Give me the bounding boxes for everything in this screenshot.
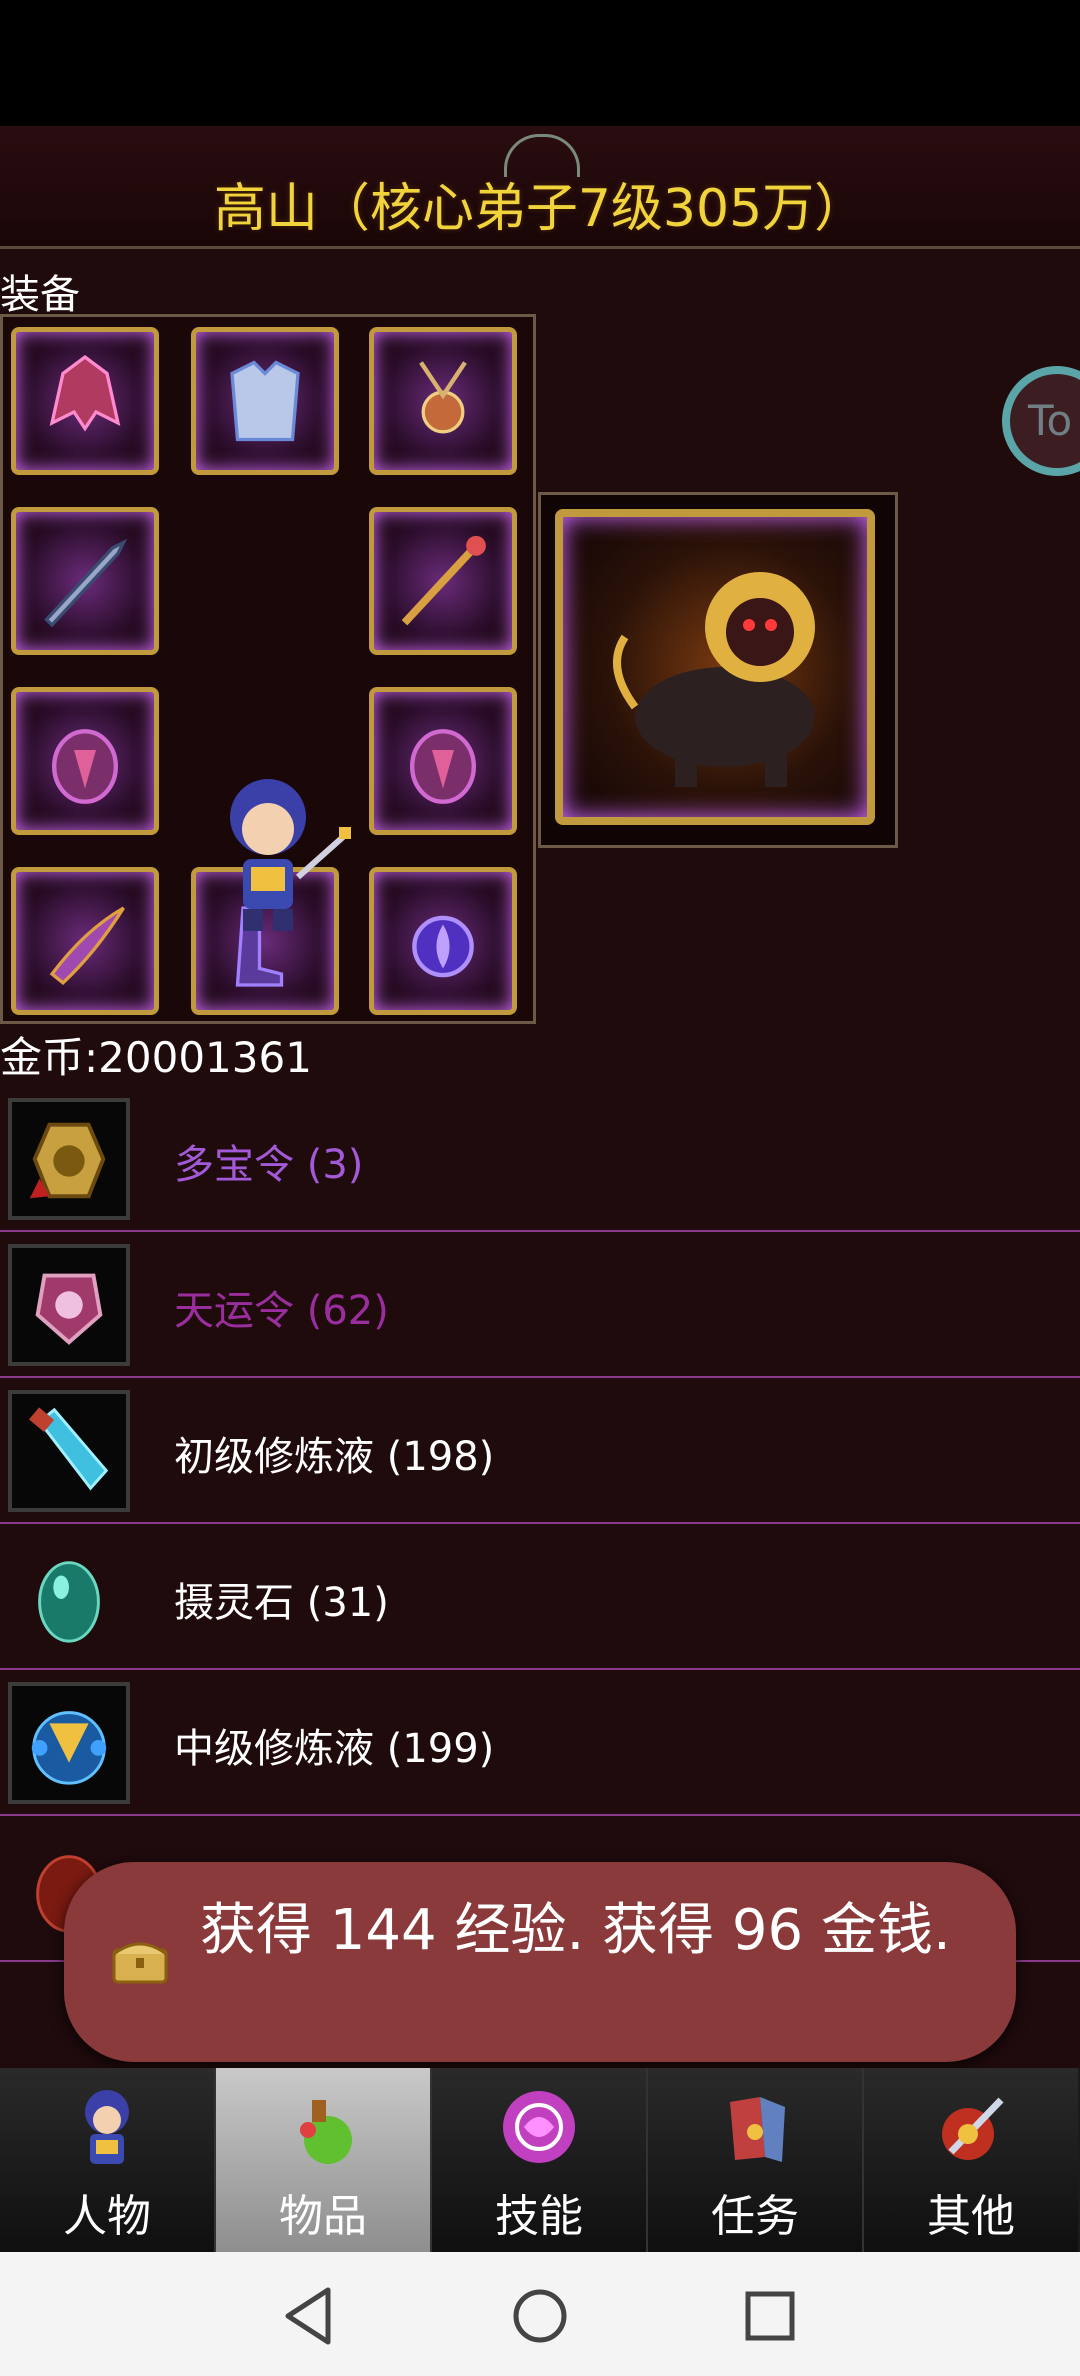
system-nav-bar: [0, 2252, 1080, 2376]
item-list: 多宝令 (3) 天运令 (62) 初级修炼液 (198) 摄灵石 (31) 中级…: [0, 1086, 1080, 1962]
game-screen: 高山（核心弟子7级305万） 装备 To 金币:20001361 多宝令 (3)…: [0, 126, 1080, 2068]
lion-pet-icon: [613, 572, 815, 787]
blade-icon: [49, 906, 125, 985]
list-item[interactable]: 摄灵石 (31): [0, 1524, 1080, 1670]
tab-label: 物品: [279, 2191, 367, 2242]
bracer-icon: [410, 729, 476, 804]
treasure-chest-icon: [112, 1942, 168, 1984]
quests-icon: [730, 2097, 785, 2162]
equipment-grid: [0, 314, 536, 1024]
pet-panel: [538, 492, 898, 848]
tab-items[interactable]: 物品: [216, 2068, 432, 2252]
home-icon[interactable]: [500, 2276, 580, 2356]
elixir-icon: [31, 1711, 107, 1785]
character-icon: [85, 2090, 129, 2164]
equipment-label: 装备: [0, 272, 80, 318]
tab-other[interactable]: 其他: [864, 2068, 1078, 2252]
item-icon-frame: [8, 1536, 130, 1658]
tab-label: 人物: [63, 2191, 151, 2242]
equip-slot-staff[interactable]: [369, 507, 517, 655]
item-label: 中级修炼液 (199): [174, 1726, 495, 1772]
page-title: 高山（核心弟子7级305万）: [213, 179, 867, 239]
bracer-icon: [51, 729, 118, 804]
other-icon: [942, 2097, 1004, 2160]
item-label: 天运令 (62): [174, 1288, 389, 1334]
item-label: 初级修炼液 (198): [174, 1434, 495, 1480]
list-item[interactable]: 中级修炼液 (199): [0, 1670, 1080, 1816]
reward-toast: 获得 144 经验. 获得 96 金钱.: [64, 1862, 1016, 2062]
gold-balance: 金币:20001361: [0, 1033, 312, 1082]
equip-slot-bracer-right[interactable]: [369, 687, 517, 835]
tab-label: 其他: [927, 2191, 1015, 2242]
list-item[interactable]: 天运令 (62): [0, 1232, 1080, 1378]
sword-icon: [44, 538, 128, 628]
list-item[interactable]: 初级修炼液 (198): [0, 1378, 1080, 1524]
character-avatar: [230, 779, 351, 931]
recents-icon[interactable]: [730, 2276, 810, 2356]
item-icon-frame: [8, 1244, 130, 1366]
equip-slot-helmet[interactable]: [11, 327, 159, 475]
equip-slot-bracer-left[interactable]: [11, 687, 159, 835]
floating-button[interactable]: To: [1002, 366, 1080, 476]
necklace-icon: [419, 361, 467, 434]
title-banner: 高山（核心弟子7级305万）: [0, 126, 1080, 249]
potion-icon: [29, 1407, 109, 1491]
skills-icon: [503, 2091, 575, 2163]
back-icon[interactable]: [270, 2276, 350, 2356]
tab-character[interactable]: 人物: [0, 2068, 216, 2252]
pet-slot[interactable]: [555, 509, 875, 825]
fortune-token-icon: [35, 1273, 103, 1345]
item-icon-frame: [8, 1682, 130, 1804]
equip-slot-orb[interactable]: [369, 867, 517, 1015]
status-bar: [0, 0, 1080, 126]
orb-icon: [412, 915, 474, 978]
equip-slot-weapon[interactable]: [11, 507, 159, 655]
tab-quests[interactable]: 任务: [648, 2068, 864, 2252]
item-icon-frame: [8, 1390, 130, 1512]
helmet-icon: [49, 354, 121, 432]
toast-message: 获得 144 经验. 获得 96 金钱.: [200, 1898, 951, 1963]
tab-label: 任务: [711, 2191, 799, 2242]
list-item[interactable]: 多宝令 (3): [0, 1086, 1080, 1232]
tab-label: 技能: [495, 2191, 583, 2242]
staff-icon: [401, 535, 486, 626]
equip-slot-necklace[interactable]: [369, 327, 517, 475]
floating-button-label: To: [1028, 396, 1073, 445]
token-icon: [29, 1122, 106, 1199]
bottom-tab-bar: 人物 物品 技能 任务 其他: [0, 2068, 1080, 2252]
item-label: 摄灵石 (31): [174, 1580, 389, 1626]
tab-skills[interactable]: 技能: [432, 2068, 648, 2252]
item-label: 多宝令 (3): [174, 1142, 364, 1188]
spirit-stone-icon: [38, 1561, 100, 1643]
items-icon: [300, 2100, 352, 2164]
item-icon-frame: [8, 1098, 130, 1220]
armor-icon: [230, 360, 300, 442]
equip-slot-blade[interactable]: [11, 867, 159, 1015]
equip-slot-armor[interactable]: [191, 327, 339, 475]
